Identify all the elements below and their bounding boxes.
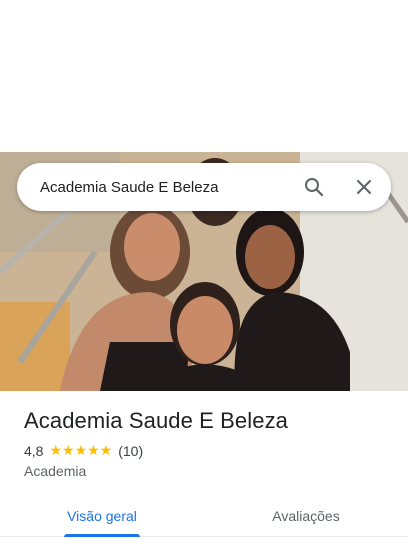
place-info: Academia Saude E Beleza 4,8 ★★★★★ (10) A…	[24, 406, 394, 479]
close-icon	[357, 180, 371, 194]
tab-active-indicator	[64, 534, 140, 537]
star-rating-icons: ★★★★★	[49, 442, 113, 458]
place-category[interactable]: Academia	[24, 463, 394, 479]
tab-overview-label: Visão geral	[67, 508, 137, 524]
rating-value: 4,8	[24, 442, 44, 459]
search-button[interactable]	[296, 169, 332, 205]
search-icon	[305, 178, 324, 197]
tab-reviews-label: Avaliações	[272, 508, 340, 524]
rating-row[interactable]: 4,8 ★★★★★ (10)	[24, 442, 394, 459]
review-count: (10)	[118, 442, 144, 459]
tab-bar: Visão geral Avaliações	[0, 496, 408, 537]
tab-overview[interactable]: Visão geral	[0, 496, 204, 537]
tab-reviews[interactable]: Avaliações	[204, 496, 408, 536]
close-button[interactable]	[346, 169, 382, 205]
place-title: Academia Saude E Beleza	[24, 408, 289, 433]
search-input[interactable]: Academia Saude E Beleza	[40, 179, 296, 196]
search-bar[interactable]: Academia Saude E Beleza	[17, 163, 391, 211]
